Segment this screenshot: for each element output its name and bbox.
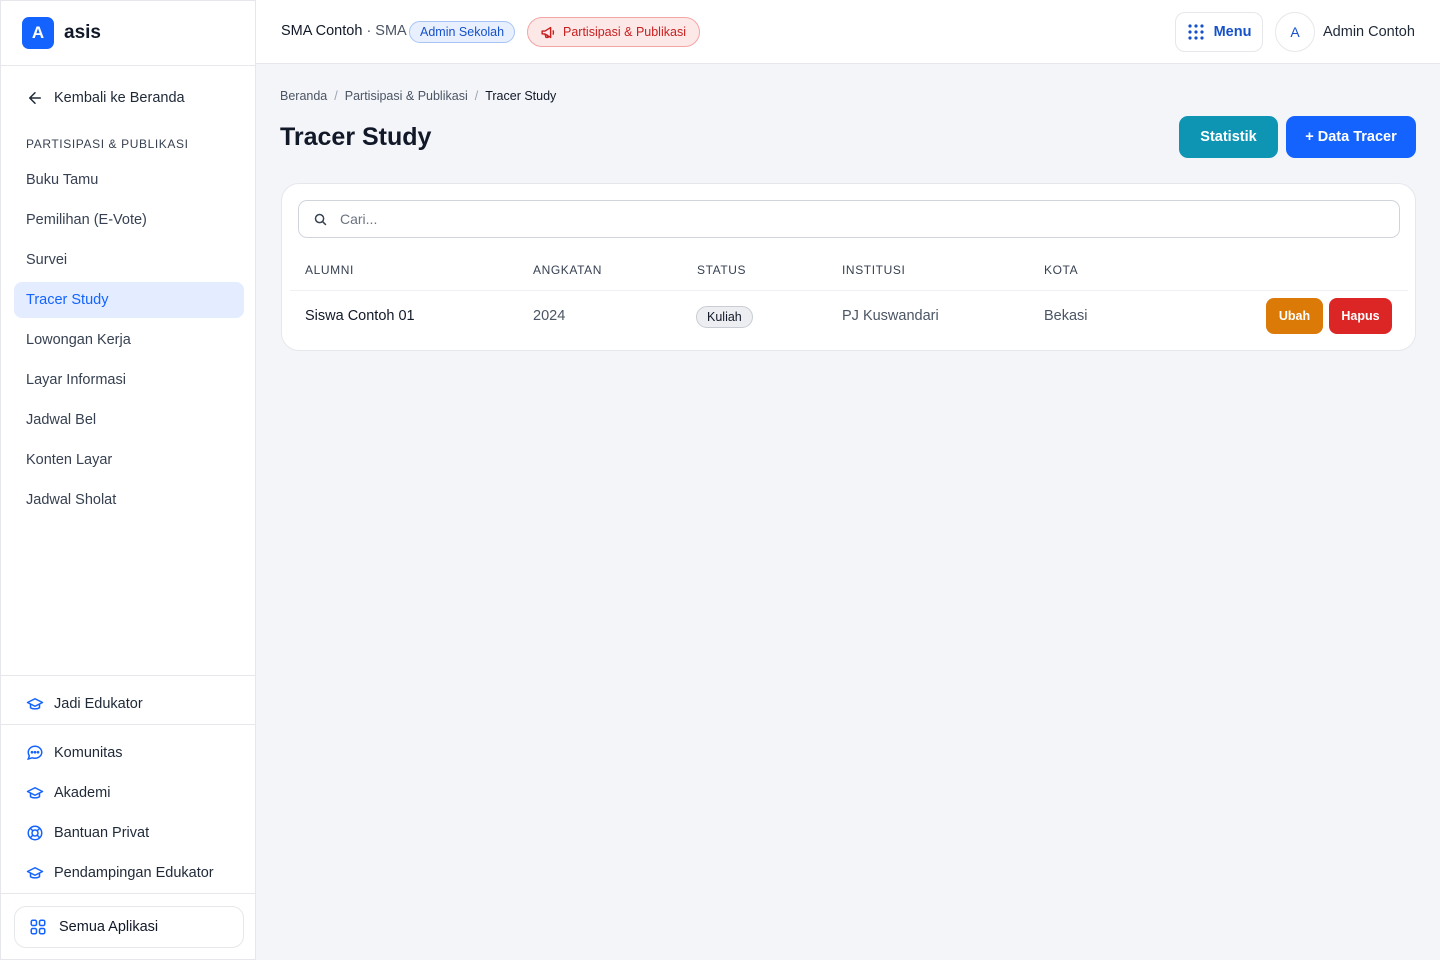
sidebar-header: A asis [1, 1, 255, 66]
sidebar-divider [1, 724, 255, 725]
column-header-kota: KOTA [1044, 263, 1079, 277]
edit-button[interactable]: Ubah [1266, 298, 1323, 334]
sidebar-divider [1, 893, 255, 894]
sidebar-item-e-vote[interactable]: Pemilihan (E-Vote) [14, 202, 244, 238]
cell-institusi: PJ Kuswandari [842, 308, 939, 324]
lifebuoy-icon [27, 825, 43, 841]
role-badge: Admin Sekolah [409, 21, 516, 43]
sidebar-item-label: Komunitas [54, 745, 123, 761]
sidebar-divider [1, 675, 255, 676]
all-apps-label: Semua Aplikasi [59, 919, 159, 935]
become-educator-label: Jadi Edukator [54, 696, 143, 712]
sidebar-item-bantuan-privat[interactable]: Bantuan Privat [26, 824, 149, 842]
breadcrumb-separator: / [334, 89, 338, 103]
graduation-cap-icon [26, 867, 44, 879]
table-divider [290, 290, 1408, 291]
graduation-cap-icon [26, 787, 44, 799]
back-label: Kembali ke Beranda [54, 90, 185, 106]
app-logo[interactable]: A [22, 17, 54, 49]
app-name: asis [64, 22, 101, 43]
sidebar: A asis Kembali ke Beranda PARTISIPASI & … [0, 0, 256, 960]
column-header-alumni: ALUMNI [305, 263, 354, 277]
avatar[interactable]: A [1275, 12, 1315, 52]
sidebar-item-jadwal-sholat[interactable]: Jadwal Sholat [14, 482, 244, 518]
become-educator-link[interactable]: Jadi Edukator [26, 695, 143, 713]
school-info: SMA Contoh · SMA [281, 23, 407, 39]
add-tracer-button[interactable]: + Data Tracer [1286, 116, 1416, 158]
menu-label: Menu [1213, 24, 1252, 40]
cell-alumni: Siswa Contoh 01 [305, 308, 415, 324]
top-bar: SMA Contoh · SMA Admin Sekolah Partisipa… [256, 0, 1440, 64]
breadcrumb-section[interactable]: Partisipasi & Publikasi [345, 89, 468, 103]
sidebar-item-buku-tamu[interactable]: Buku Tamu [14, 162, 244, 198]
module-badge[interactable]: Partisipasi & Publikasi [527, 17, 700, 47]
school-name: SMA Contoh [281, 23, 363, 39]
breadcrumb-separator: / [474, 89, 479, 103]
search-box [298, 200, 1400, 238]
dots-grid-icon [1187, 24, 1204, 40]
sidebar-item-komunitas[interactable]: Komunitas [26, 744, 123, 762]
tracer-table-card: ALUMNI ANGKATAN STATUS INSTITUSI KOTA Si… [281, 183, 1416, 351]
statistics-button[interactable]: Statistik [1179, 116, 1278, 158]
search-icon [314, 213, 327, 225]
module-badge-label: Partisipasi & Publikasi [563, 25, 686, 39]
sidebar-item-label: Akademi [54, 785, 111, 801]
sidebar-item-akademi[interactable]: Akademi [26, 784, 110, 802]
arrow-left-icon [29, 92, 41, 104]
breadcrumb: Beranda / Partisipasi & Publikasi / Trac… [280, 89, 556, 103]
sidebar-item-lowongan-kerja[interactable]: Lowongan Kerja [14, 322, 244, 358]
breadcrumb-home[interactable]: Beranda [280, 89, 327, 103]
status-badge: Kuliah [696, 306, 753, 328]
cell-angkatan: 2024 [533, 308, 566, 324]
page-title: Tracer Study [280, 123, 432, 151]
school-level: · SMA [362, 23, 407, 39]
sidebar-item-label: Pendampingan Edukator [54, 865, 214, 881]
sidebar-item-tracer-study[interactable]: Tracer Study [14, 282, 244, 318]
sidebar-item-label: Bantuan Privat [54, 825, 150, 841]
column-header-institusi: INSTITUSI [842, 263, 906, 277]
column-header-angkatan: ANGKATAN [533, 263, 603, 277]
sidebar-item-survei[interactable]: Survei [14, 242, 244, 278]
sidebar-item-jadwal-bel[interactable]: Jadwal Bel [14, 402, 244, 438]
megaphone-icon [541, 26, 555, 38]
chat-icon [27, 745, 43, 761]
sidebar-item-pendampingan-edukator[interactable]: Pendampingan Edukator [26, 864, 214, 882]
delete-button[interactable]: Hapus [1329, 298, 1392, 334]
menu-button[interactable]: Menu [1175, 12, 1263, 52]
search-input[interactable] [340, 211, 1240, 227]
graduation-cap-icon [26, 698, 44, 710]
grid-icon [30, 919, 46, 935]
sidebar-item-konten-layar[interactable]: Konten Layar [14, 442, 244, 478]
cell-kota: Bekasi [1044, 308, 1088, 324]
back-to-home-link[interactable]: Kembali ke Beranda [26, 89, 185, 107]
sidebar-item-layar-informasi[interactable]: Layar Informasi [14, 362, 244, 398]
breadcrumb-current: Tracer Study [485, 89, 557, 103]
user-name[interactable]: Admin Contoh [1323, 24, 1415, 40]
column-header-status: STATUS [697, 263, 747, 277]
all-apps-button[interactable]: Semua Aplikasi [14, 906, 244, 948]
sidebar-nav: Buku Tamu Pemilihan (E-Vote) Survei Trac… [14, 162, 244, 522]
sidebar-section-title: PARTISIPASI & PUBLIKASI [26, 137, 189, 151]
